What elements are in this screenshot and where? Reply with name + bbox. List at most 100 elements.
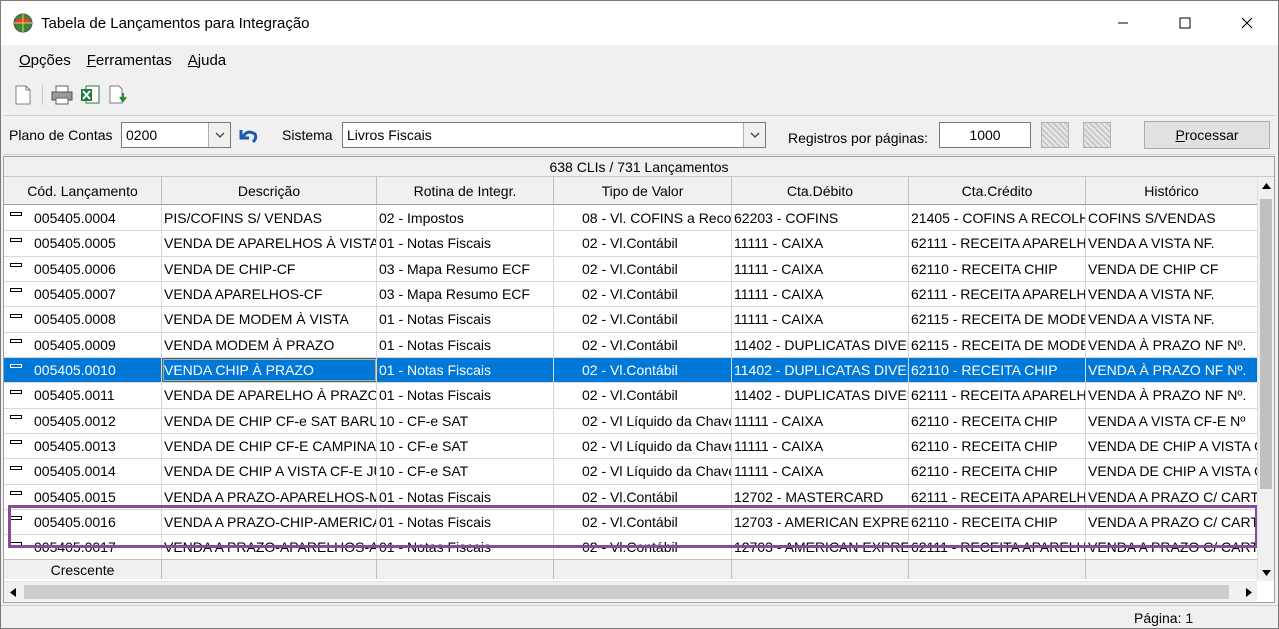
col-header-descricao[interactable]: Descrição [162,177,377,204]
cell-historico[interactable]: VENDA A PRAZO C/ CARTÃO [1086,485,1257,509]
cell-tipo[interactable]: 02 - Vl.Contábil [554,307,732,332]
cell-rotina[interactable]: 03 - Mapa Resumo ECF [377,256,554,282]
table-row[interactable]: 005405.0014VENDA DE CHIP A VISTA CF-E JU… [4,459,1257,485]
cell-debito[interactable]: 11111 - CAIXA [732,408,909,434]
cell-codigo[interactable]: 005405.0012 [4,408,162,434]
cell-credito[interactable]: 62110 - RECEITA CHIP [909,408,1086,434]
cell-debito[interactable]: 11111 - CAIXA [732,434,909,459]
cell-historico[interactable]: VENDA À PRAZO NF Nº. [1086,333,1257,357]
cell-codigo[interactable]: 005405.0016 [4,510,162,535]
cell-debito[interactable]: 11111 - CAIXA [732,256,909,282]
cell-debito[interactable]: 12703 - AMERICAN EXPRESS [732,510,909,535]
cell-codigo[interactable]: 005405.0010 [4,358,162,383]
cell-codigo[interactable]: 005405.0009 [4,332,162,358]
cell-debito[interactable]: 11111 - CAIXA [732,282,909,307]
cell-rotina[interactable]: 01 - Notas Fiscais [377,484,554,510]
plano-combo[interactable]: 0200 [121,122,231,148]
close-button[interactable] [1216,1,1278,45]
table-row[interactable]: 005405.0009 VENDA MODEM À PRAZO 01 - Notas… [4,332,1257,359]
cell-historico[interactable]: VENDA DE CHIP A VISTA CF-E [1086,434,1257,458]
cell-tipo[interactable]: 02 - Vl.Contábil [554,231,732,256]
cell-tipo[interactable]: 02 - Vl.Contábil [554,383,732,408]
cell-codigo[interactable]: 005405.0011 [4,383,162,408]
data-grid[interactable]: 638 CLIs / 731 Lançamentos Cód. Lançamen… [3,156,1275,603]
col-header-rotina[interactable]: Rotina de Integr. [377,177,554,204]
menu-ferramentas[interactable]: Ferramentas [79,52,180,69]
col-header-credito[interactable]: Cta.Crédito [909,177,1086,204]
cell-codigo[interactable]: 005405.0014 [4,459,162,484]
cell-credito[interactable]: 21405 - COFINS A RECOLHER [909,206,1086,231]
cell-debito[interactable]: 11402 - DUPLICATAS DIVERSAS [732,383,909,408]
horizontal-scroll-thumb[interactable] [24,585,1229,599]
cell-debito[interactable]: 11402 - DUPLICATAS DIVERSAS [732,332,909,358]
cell-tipo[interactable]: 02 - Vl.Contábil [554,484,732,510]
cell-rotina[interactable]: 01 - Notas Fiscais [377,358,554,383]
table-row[interactable]: 005405.0011 VENDA DE APARELHO À PRAZO 01 -… [4,383,1257,409]
cell-historico[interactable]: VENDA À PRAZO NF Nº. [1086,358,1257,382]
cell-rotina[interactable]: 01 - Notas Fiscais [377,231,554,256]
table-row[interactable]: 005405.0016 VENDA A PRAZO-CHIP-AMERICAN 01… [4,510,1257,536]
cell-rotina[interactable]: 01 - Notas Fiscais [377,332,554,358]
plano-dropdown-button[interactable] [208,123,230,147]
cell-descricao[interactable]: PIS/COFINS S/ VENDAS [162,206,377,231]
vertical-scrollbar[interactable] [1257,177,1274,581]
print-button[interactable] [50,83,74,107]
cell-descricao[interactable]: VENDA DE CHIP A VISTA CF-E JUNDIAI [162,459,377,484]
cell-credito[interactable]: 62110 - RECEITA CHIP [909,459,1086,484]
sistema-combo[interactable]: Livros Fiscais [342,122,766,148]
cell-descricao[interactable]: VENDA A PRAZO-APARELHOS-AMERICAN [162,535,377,560]
cell-descricao[interactable]: VENDA DE MODEM À VISTA [162,307,377,332]
cell-descricao[interactable]: VENDA CHIP À PRAZO [162,358,377,383]
col-header-debito[interactable]: Cta.Débito [732,177,909,204]
cell-tipo[interactable]: 02 - Vl Líquido da Chave [554,408,732,434]
cell-descricao[interactable]: VENDA A PRAZO-CHIP-AMERICAN [162,510,377,535]
menu-ajuda[interactable]: Ajuda [180,52,234,69]
cell-historico[interactable]: VENDA À PRAZO NF Nº. [1086,383,1257,407]
refresh-button[interactable] [235,124,261,148]
cell-rotina[interactable]: 10 - CF-e SAT [377,408,554,434]
import-button[interactable] [106,83,130,107]
scroll-up-button[interactable] [1258,177,1274,194]
cell-codigo[interactable]: 005405.0008 [4,307,162,332]
cell-credito[interactable]: 62110 - RECEITA CHIP [909,358,1086,383]
cell-rotina[interactable]: 01 - Notas Fiscais [377,510,554,535]
cell-descricao[interactable]: VENDA DE CHIP CF-e SAT BARUERI [162,408,377,434]
table-row[interactable]: 005405.0012VENDA DE CHIP CF-e SAT BARUER… [4,408,1257,435]
cell-codigo[interactable]: 005405.0005 [4,231,162,256]
table-row[interactable]: 005405.0007 VENDA APARELHOS-CF 03 - Mapa R… [4,282,1257,308]
cell-historico[interactable]: VENDA A VISTA NF. [1086,307,1257,331]
sistema-dropdown-button[interactable] [743,123,765,147]
cell-historico[interactable]: VENDA A VISTA NF. [1086,231,1257,255]
cell-rotina[interactable]: 01 - Notas Fiscais [377,307,554,332]
table-row[interactable]: 005405.0004 PIS/COFINS S/ VENDAS 02 - Impo… [4,206,1257,232]
cell-credito[interactable]: 62115 - RECEITA DE MODEM [909,332,1086,358]
registros-input[interactable]: 1000 [939,122,1031,148]
cell-tipo[interactable]: 02 - Vl.Contábil [554,256,732,282]
scroll-right-button[interactable] [1240,582,1257,602]
cell-debito[interactable]: 11111 - CAIXA [732,307,909,332]
cell-codigo[interactable]: 005405.0017 [4,535,162,560]
cell-tipo[interactable]: 02 - Vl.Contábil [554,510,732,535]
cell-historico[interactable]: VENDA DE CHIP CF [1086,257,1257,281]
minimize-button[interactable] [1092,1,1154,45]
cell-rotina[interactable]: 01 - Notas Fiscais [377,535,554,560]
cell-codigo[interactable]: 005405.0006 [4,256,162,282]
excel-export-button[interactable] [78,83,102,107]
cell-historico[interactable]: VENDA A PRAZO C/ CARTÃO [1086,510,1257,534]
table-row[interactable]: 005405.0017VENDA A PRAZO-APARELHOS-AMERI… [4,535,1257,561]
cell-descricao[interactable]: VENDA DE CHIP CF-E CAMPINAS [162,434,377,459]
col-header-codigo[interactable]: Cód. Lançamento [4,177,162,204]
col-header-tipo[interactable]: Tipo de Valor [554,177,732,204]
cell-tipo[interactable]: 02 - Vl.Contábil [554,358,732,383]
scroll-left-button[interactable] [4,582,21,602]
table-row[interactable]: 005405.0006 VENDA DE CHIP-CF 03 - Mapa Res… [4,256,1257,283]
cell-credito[interactable]: 62115 - RECEITA DE MODEM [909,307,1086,332]
cell-codigo[interactable]: 005405.0013 [4,434,162,459]
maximize-button[interactable] [1154,1,1216,45]
cell-historico[interactable]: VENDA DE CHIP A VISTA CF-E [1086,459,1257,483]
cell-descricao[interactable]: VENDA MODEM À PRAZO [162,332,377,358]
cell-rotina[interactable]: 02 - Impostos [377,206,554,231]
page-nav-button-1[interactable] [1041,122,1069,148]
cell-tipo[interactable]: 02 - Vl Líquido da Chave [554,434,732,459]
cell-tipo[interactable]: 02 - Vl.Contábil [554,535,732,560]
